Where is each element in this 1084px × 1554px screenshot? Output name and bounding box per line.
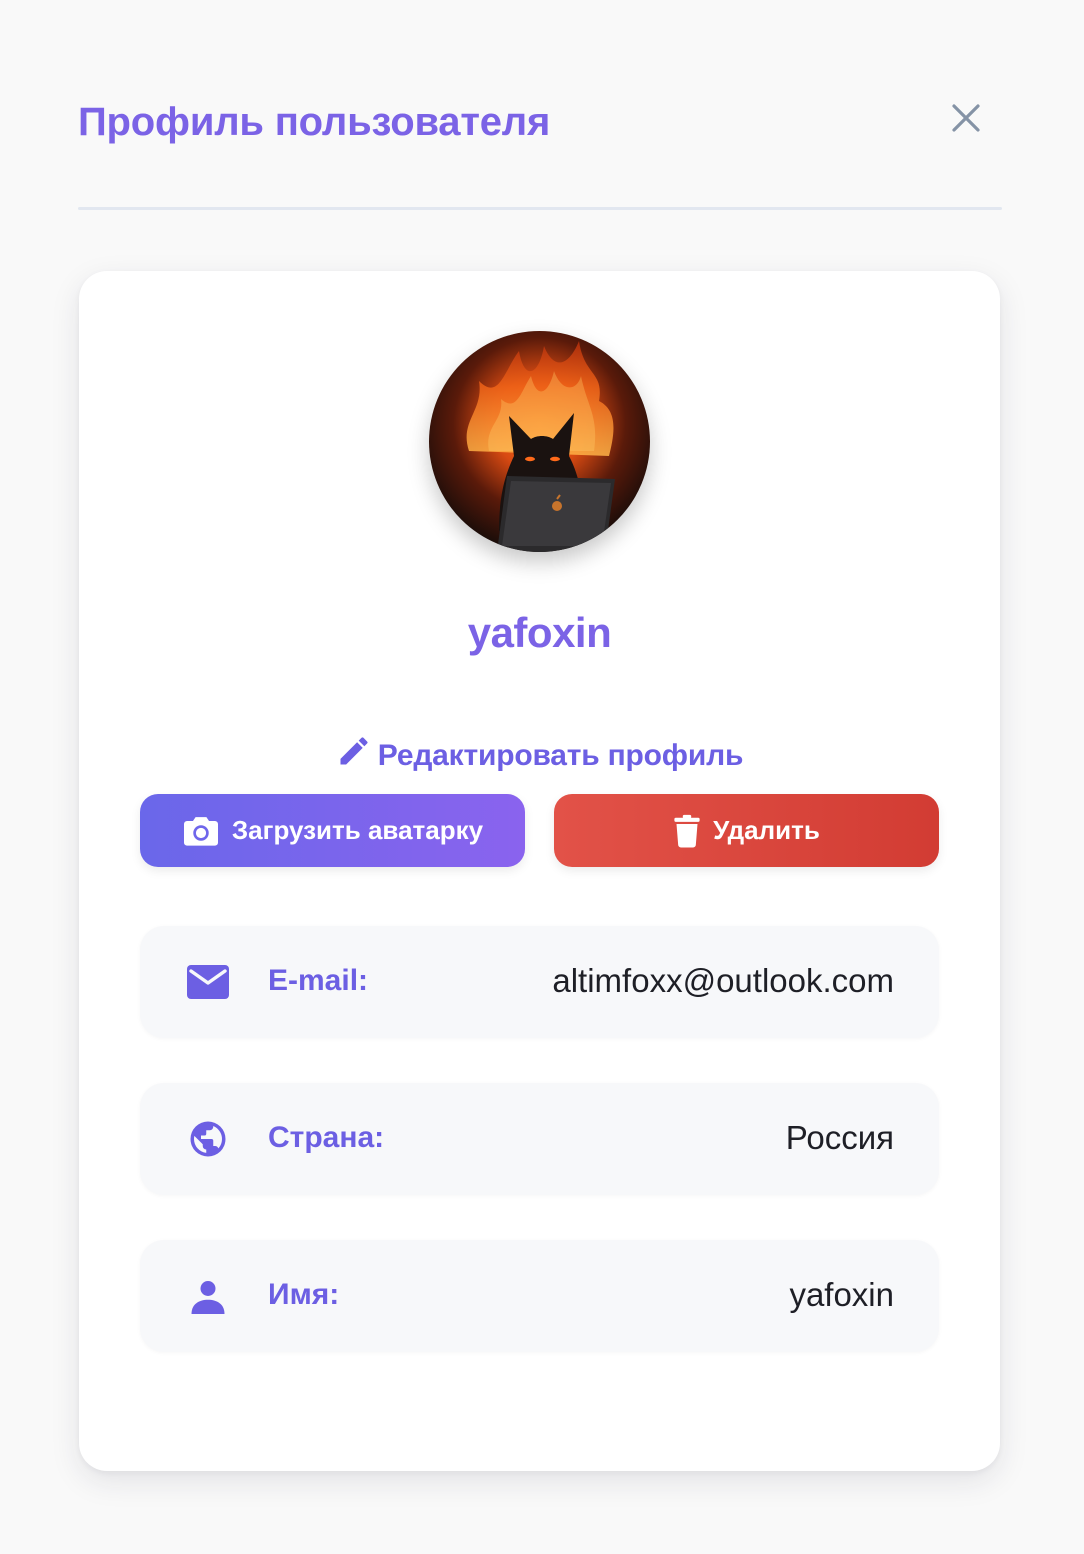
country-label: Страна: xyxy=(268,1121,385,1154)
close-button[interactable] xyxy=(946,98,986,138)
avatar[interactable] xyxy=(429,331,650,552)
delete-avatar-label: Удалить xyxy=(713,815,820,845)
page-title: Профиль пользователя xyxy=(78,100,551,144)
pencil-icon xyxy=(340,737,368,765)
user-icon xyxy=(186,1276,230,1316)
username: yafoxin xyxy=(467,609,612,656)
mail-icon xyxy=(186,962,230,1002)
fox-avatar-image xyxy=(429,331,650,552)
header-divider xyxy=(78,207,1002,210)
delete-avatar-button[interactable]: Удалить xyxy=(554,794,939,867)
close-icon xyxy=(952,104,980,132)
camera-icon xyxy=(183,816,218,846)
country-value: Россия xyxy=(785,1119,894,1156)
modal-header: Профиль пользователя xyxy=(78,96,1002,156)
upload-avatar-button[interactable]: Загрузить аватарку xyxy=(140,794,525,867)
email-row: E-mail: altimfoxx@outlook.com xyxy=(140,926,939,1038)
profile-card: yafoxin Редактировать профиль Загрузить … xyxy=(79,271,1000,1471)
name-row: Имя: yafoxin xyxy=(140,1240,939,1352)
trash-icon xyxy=(674,814,700,848)
email-value: altimfoxx@outlook.com xyxy=(552,962,894,999)
globe-icon xyxy=(186,1119,230,1159)
email-label: E-mail: xyxy=(268,964,369,997)
name-label: Имя: xyxy=(268,1278,340,1311)
edit-profile-label: Редактировать профиль xyxy=(377,739,744,772)
edit-profile-link[interactable]: Редактировать профиль xyxy=(79,729,1000,773)
country-row: Страна: Россия xyxy=(140,1083,939,1195)
name-value: yafoxin xyxy=(789,1276,894,1313)
upload-avatar-label: Загрузить аватарку xyxy=(231,815,484,845)
